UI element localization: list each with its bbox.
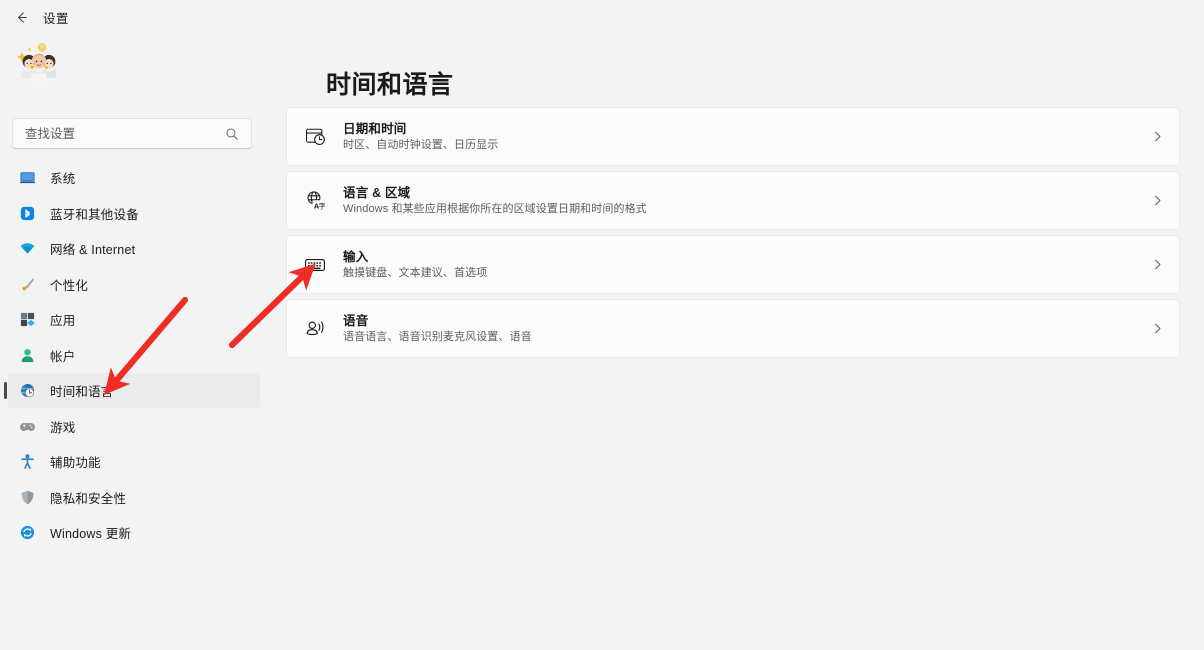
sidebar-item-network-and-internet[interactable]: 网络 & Internet (8, 231, 260, 266)
page-title: 时间和语言 (326, 71, 454, 99)
bluetooth-icon (12, 196, 42, 231)
settings-card-text: 语言 & 区域 Windows 和某些应用根据你所在的区域设置日期和时间的格式 (343, 185, 1135, 217)
settings-card-text: 输入 触摸键盘、文本建议、首选项 (343, 249, 1135, 281)
keyboard-icon (287, 254, 343, 276)
settings-card-text: 语音 语音语言、语音识别麦克风设置、语音 (343, 313, 1135, 345)
settings-card-subtitle: 语音语言、语音识别麦克风设置、语音 (343, 330, 532, 343)
sidebar-item-system[interactable]: 系统 (8, 160, 260, 195)
sidebar-item-label: 帐户 (50, 349, 76, 364)
sidebar-item-label: 应用 (50, 314, 76, 328)
shield-icon (12, 480, 42, 515)
sidebar-item-accounts[interactable]: 帐户 (8, 338, 260, 373)
language-globe-icon: A 字 (287, 190, 343, 211)
search-box[interactable] (12, 118, 252, 149)
back-button[interactable] (6, 2, 36, 32)
sidebar-item-label: 游戏 (50, 420, 76, 435)
settings-card-speech[interactable]: 语音 语音语言、语音识别麦克风设置、语音 (286, 299, 1180, 358)
settings-card-typing[interactable]: 输入 触摸键盘、文本建议、首选项 (286, 235, 1180, 294)
app-title: 设置 (43, 11, 69, 26)
sidebar-item-bluetooth-and-devices[interactable]: 蓝牙和其他设备 (8, 196, 260, 231)
sidebar-item-apps[interactable]: 应用 (8, 302, 260, 337)
update-icon (12, 515, 42, 550)
sidebar-item-label: 蓝牙和其他设备 (50, 207, 139, 222)
user-avatar-illustration (17, 42, 57, 85)
monitor-icon (12, 160, 42, 195)
title-bar: 设置 (0, 0, 1204, 34)
sidebar-item-label: 网络 & Internet (50, 243, 136, 257)
settings-card-text: 日期和时间 时区、自动时钟设置、日历显示 (343, 121, 1135, 153)
sidebar-item-label: 隐私和安全性 (50, 491, 127, 506)
settings-card-title: 语言 & 区域 (343, 185, 411, 200)
settings-card-list: 日期和时间 时区、自动时钟设置、日历显示 A 字 语言 & 区域 Windows… (286, 107, 1180, 363)
speech-icon (287, 318, 343, 339)
apps-icon (12, 302, 42, 337)
chevron-right-icon[interactable] (1135, 194, 1179, 207)
chevron-right-icon[interactable] (1135, 130, 1179, 143)
sidebar-item-accessibility[interactable]: 辅助功能 (8, 444, 260, 479)
sidebar: 系统 蓝牙和其他设备 (0, 34, 278, 650)
settings-card-subtitle: Windows 和某些应用根据你所在的区域设置日期和时间的格式 (343, 202, 647, 215)
sidebar-item-label: 时间和语言 (50, 385, 114, 399)
chevron-right-icon[interactable] (1135, 258, 1179, 271)
sidebar-item-gaming[interactable]: 游戏 (8, 409, 260, 444)
sidebar-item-privacy-and-security[interactable]: 隐私和安全性 (8, 480, 260, 515)
back-arrow-icon (14, 10, 29, 25)
sidebar-item-label: 系统 (50, 172, 76, 186)
chevron-right-icon[interactable] (1135, 322, 1179, 335)
accessibility-icon (12, 444, 42, 479)
paintbrush-icon (12, 267, 42, 302)
main-content: 时间和语言 日期和时间 时区、自动时钟设置、日历显示 A 字 语言 & 区域 W… (286, 34, 1204, 650)
settings-card-subtitle: 时区、自动时钟设置、日历显示 (343, 138, 499, 151)
search-icon (225, 127, 239, 141)
settings-window: 设置 查找设置 系统 蓝牙和其他设备 网络 & Internet 个性化 应用 … (0, 0, 1204, 650)
search-input[interactable] (13, 126, 225, 141)
sidebar-item-time-and-language[interactable]: 时间和语言 (4, 373, 260, 408)
sidebar-item-windows-update[interactable]: Windows 更新 (8, 515, 260, 550)
sidebar-item-label: Windows 更新 (50, 527, 132, 541)
settings-card-title: 语音 (343, 313, 369, 328)
settings-card-title: 输入 (343, 249, 369, 264)
sidebar-nav: 系统 蓝牙和其他设备 网络 & Internet 个性化 应用 帐户 时间和语言… (0, 160, 268, 550)
settings-card-subtitle: 触摸键盘、文本建议、首选项 (343, 266, 488, 279)
account-icon (12, 338, 42, 373)
settings-card-title: 日期和时间 (343, 121, 407, 136)
settings-card-date-and-time[interactable]: 日期和时间 时区、自动时钟设置、日历显示 (286, 107, 1180, 166)
sidebar-item-label: 个性化 (50, 278, 89, 293)
wifi-icon (12, 231, 42, 266)
avatar[interactable] (13, 40, 65, 92)
clock-globe-icon (12, 373, 42, 408)
calendar-clock-icon (287, 126, 343, 147)
gamepad-icon (12, 409, 42, 444)
svg-text:字: 字 (318, 202, 325, 211)
settings-card-language-and-region[interactable]: A 字 语言 & 区域 Windows 和某些应用根据你所在的区域设置日期和时间… (286, 171, 1180, 230)
sidebar-item-personalization[interactable]: 个性化 (8, 267, 260, 302)
sidebar-item-label: 辅助功能 (50, 456, 101, 470)
